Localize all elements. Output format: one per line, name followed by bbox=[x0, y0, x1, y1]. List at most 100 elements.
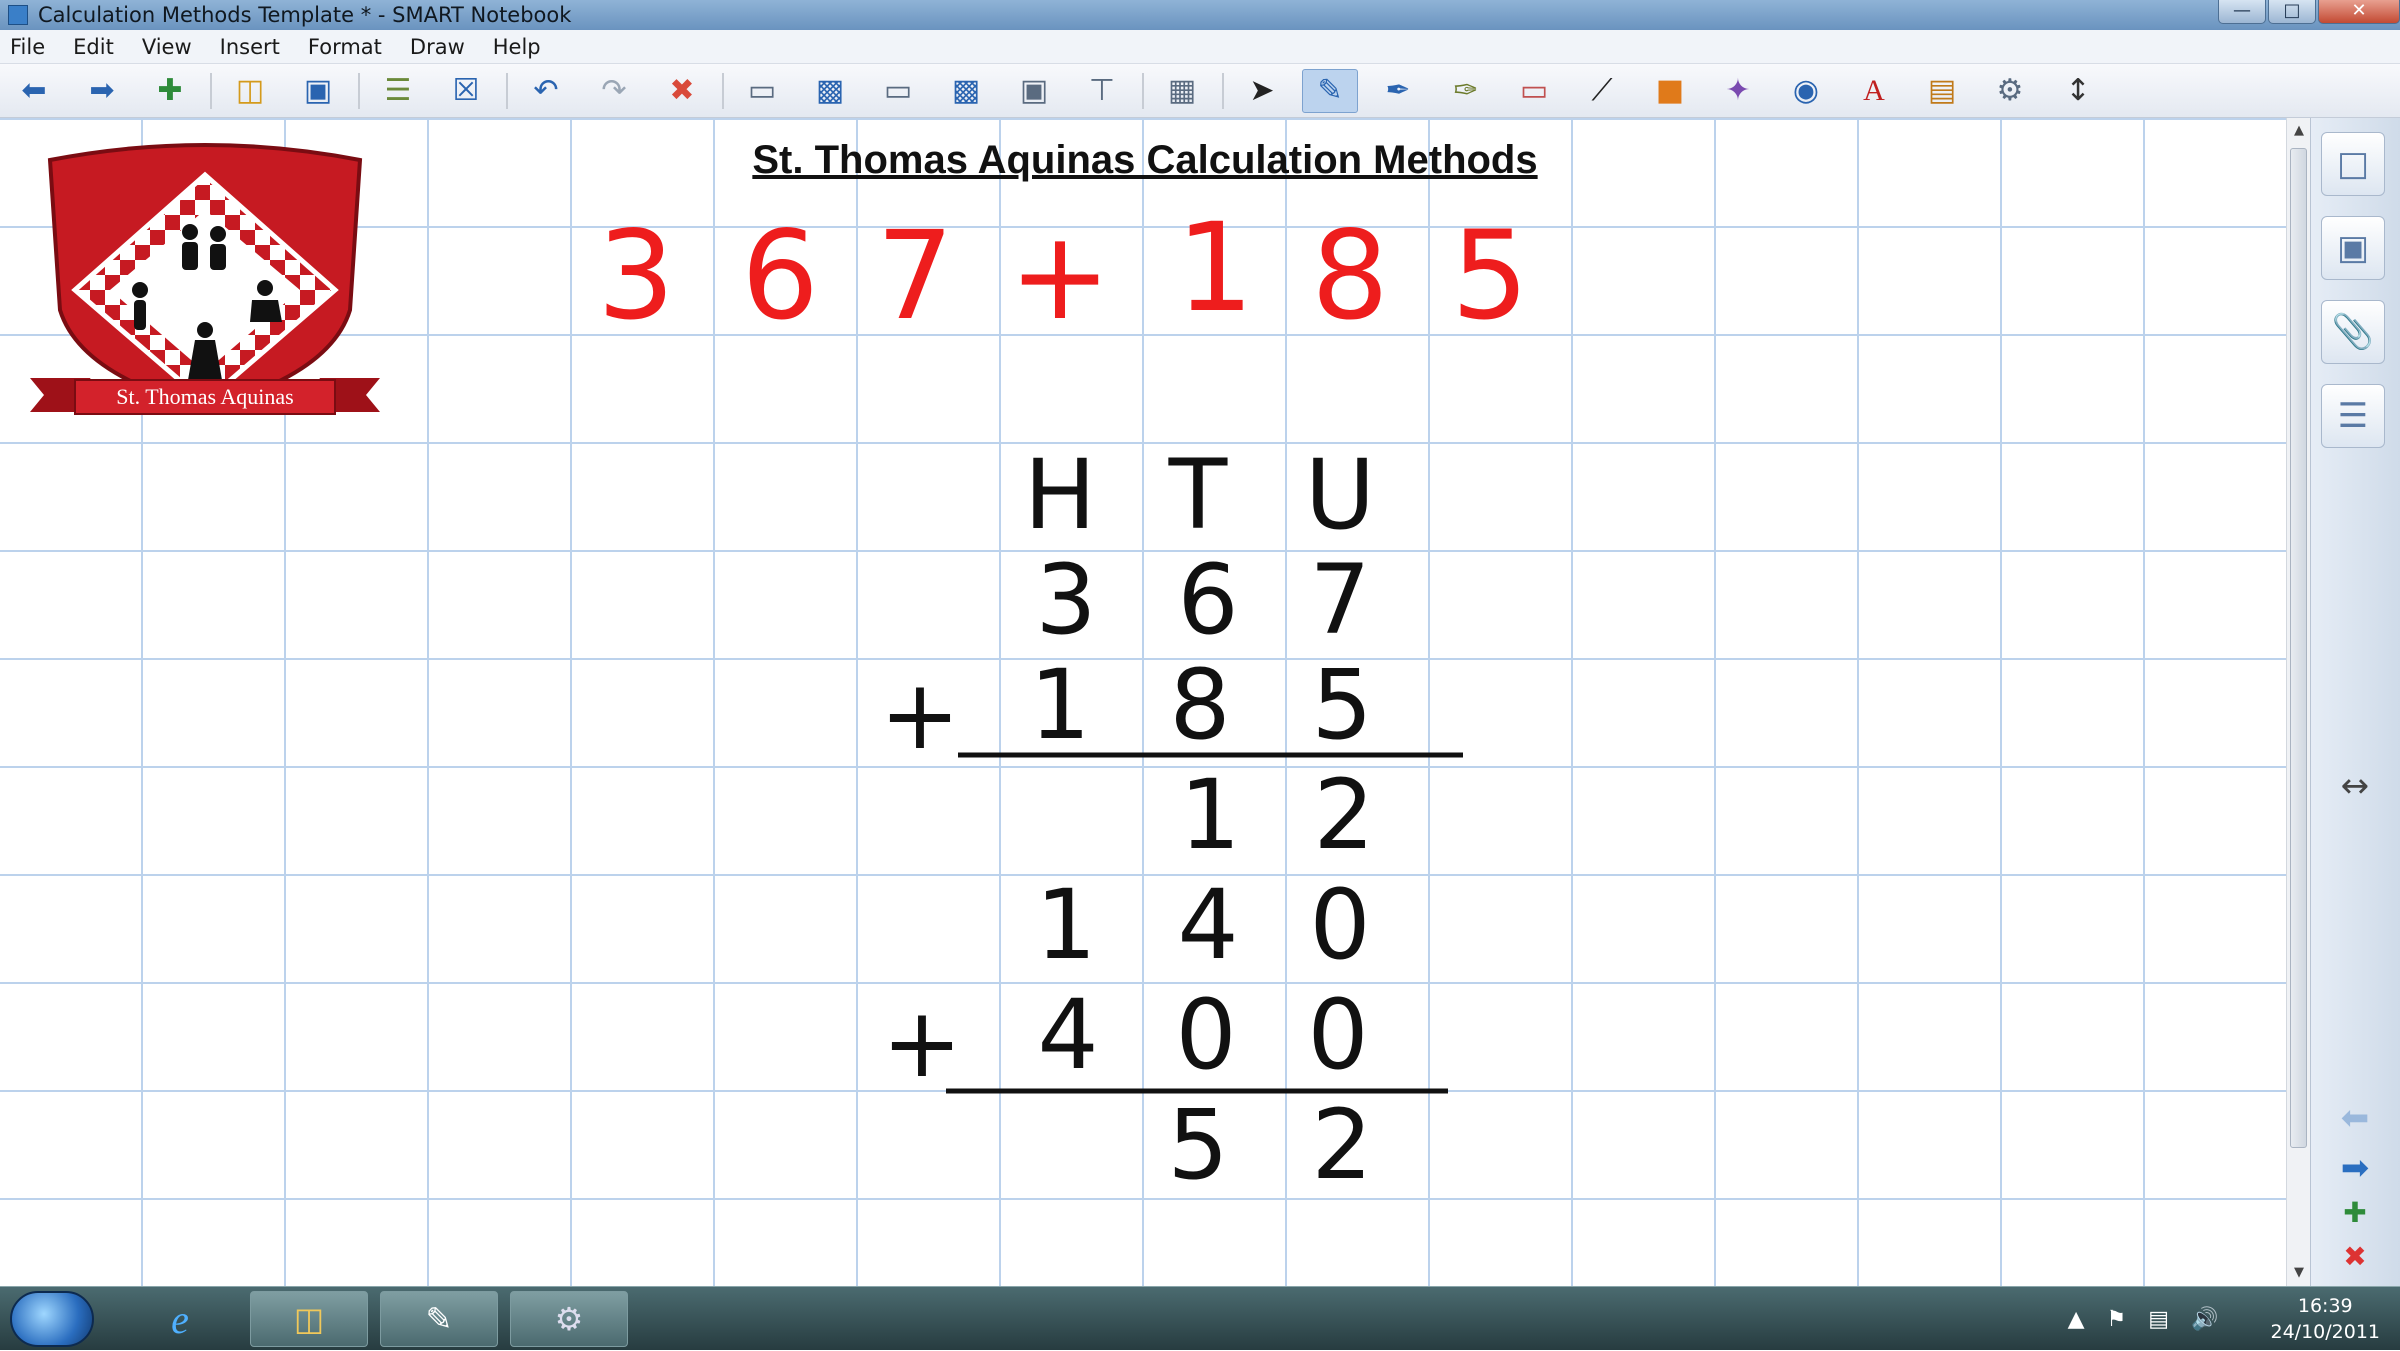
addend-digit: 8 bbox=[1169, 649, 1230, 761]
select-icon[interactable]: ➤ bbox=[1234, 69, 1290, 113]
start-button[interactable] bbox=[10, 1291, 94, 1347]
undo-icon[interactable]: ↶ bbox=[518, 69, 574, 113]
partial-sum-digit: 0 bbox=[1175, 979, 1236, 1091]
add-page-icon[interactable]: ✚ bbox=[142, 69, 198, 113]
creative-pen-icon[interactable]: ✒ bbox=[1370, 69, 1426, 113]
gallery-icon[interactable]: ▣ bbox=[2321, 216, 2385, 280]
menu-help[interactable]: Help bbox=[493, 35, 541, 59]
toolbar-separator bbox=[1142, 72, 1144, 109]
attachments-icon[interactable]: 📎 bbox=[2321, 300, 2385, 364]
internet-explorer-icon[interactable]: e bbox=[130, 1291, 230, 1347]
delete-page-side-icon[interactable]: ✖ bbox=[2325, 1240, 2385, 1284]
taskbar: e ◫ ✎ ⚙ ▲ ⚑ ▤ 🔊 16:39 24/10/2011 bbox=[0, 1286, 2400, 1350]
add-page-side-icon[interactable]: ✚ bbox=[2325, 1196, 2385, 1240]
result-digit: 5 bbox=[1167, 1089, 1228, 1201]
column-header-hundreds: H bbox=[1024, 439, 1096, 551]
clear-page-icon[interactable]: ☒ bbox=[438, 69, 494, 113]
file-explorer-icon[interactable]: ◫ bbox=[250, 1291, 368, 1347]
resize-horizontal-icon[interactable]: ↔ bbox=[2325, 766, 2385, 810]
highlighter-icon[interactable]: ✑ bbox=[1438, 69, 1494, 113]
partial-sum-digit: 0 bbox=[1309, 869, 1370, 981]
plus-sign: + bbox=[882, 987, 962, 1099]
addend-digit: 7 bbox=[1309, 544, 1370, 656]
equation-digit: 8 bbox=[1311, 205, 1389, 347]
toolbar-customize-icon[interactable]: ⚙ bbox=[1982, 69, 2038, 113]
column-header-units: U bbox=[1305, 439, 1375, 551]
properties-icon[interactable]: ▤ bbox=[1914, 69, 1970, 113]
menu-insert[interactable]: Insert bbox=[220, 35, 280, 59]
addend-digit: 3 bbox=[1035, 544, 1096, 656]
screen-shade-icon[interactable]: ▭ bbox=[734, 69, 790, 113]
properties-tab-icon[interactable]: ☰ bbox=[2321, 384, 2385, 448]
shapes-icon[interactable]: ■ bbox=[1642, 69, 1698, 113]
delete-icon[interactable]: ✖ bbox=[654, 69, 710, 113]
toolbar: ⬅ ➡ ✚ ◫ ▣ ☰ ☒ ↶ ↷ ✖ ▭ ▩ ▭ ▩ ▣ ⊤ ▦ ➤ ✎ ✒ … bbox=[0, 64, 2400, 118]
window-titlebar: Calculation Methods Template * - SMART N… bbox=[0, 0, 2400, 30]
menu-edit[interactable]: Edit bbox=[73, 35, 114, 59]
full-screen-icon[interactable]: ▩ bbox=[938, 69, 994, 113]
equation-digit: 5 bbox=[1451, 205, 1529, 347]
addend-digit: 5 bbox=[1311, 649, 1372, 761]
toolbar-separator bbox=[210, 72, 212, 109]
toolbar-separator bbox=[506, 72, 508, 109]
partial-sum-digit: 4 bbox=[1177, 869, 1238, 981]
smart-tools-icon[interactable]: ⚙ bbox=[510, 1291, 628, 1347]
network-icon[interactable]: ▤ bbox=[2148, 1307, 2169, 1332]
fill-icon[interactable]: ◉ bbox=[1778, 69, 1834, 113]
next-page-icon[interactable]: ➡ bbox=[2325, 1148, 2385, 1192]
equation-digit: 7 bbox=[876, 205, 954, 347]
column-header-tens: T bbox=[1168, 439, 1228, 551]
previous-page-icon[interactable]: ⬅ bbox=[2325, 1098, 2385, 1142]
scrollbar-thumb[interactable] bbox=[2290, 148, 2307, 1148]
notebook-page[interactable]: St. Thomas Aquinas St. Thomas Aquinas Ca… bbox=[0, 118, 2286, 1286]
equation-plus: + bbox=[1009, 205, 1111, 347]
menu-file[interactable]: File bbox=[10, 35, 45, 59]
redo-icon[interactable]: ↷ bbox=[586, 69, 642, 113]
page-sorter-icon[interactable]: □ bbox=[2321, 132, 2385, 196]
show-hide-screen-icon[interactable]: ▩ bbox=[802, 69, 858, 113]
partial-sum-digit: 1 bbox=[1035, 869, 1096, 981]
scroll-down-icon[interactable]: ▼ bbox=[2287, 1262, 2311, 1284]
result-digit: 2 bbox=[1311, 1089, 1372, 1201]
line-icon[interactable]: ⟋ bbox=[1574, 69, 1630, 113]
menu-bar: File Edit View Insert Format Draw Help bbox=[0, 30, 2400, 64]
save-icon[interactable]: ▣ bbox=[290, 69, 346, 113]
equation-digit: 1 bbox=[1176, 197, 1254, 339]
app-icon bbox=[8, 5, 28, 25]
plus-sign: + bbox=[880, 659, 960, 771]
clock[interactable]: 16:39 24/10/2011 bbox=[2270, 1293, 2380, 1345]
maximize-button[interactable]: □ bbox=[2268, 0, 2316, 24]
move-toolbar-icon[interactable]: ↕ bbox=[2050, 69, 2106, 113]
magic-pen-icon[interactable]: ✦ bbox=[1710, 69, 1766, 113]
table-icon[interactable]: ▦ bbox=[1154, 69, 1210, 113]
volume-icon[interactable]: 🔊 bbox=[2191, 1307, 2218, 1332]
menu-format[interactable]: Format bbox=[308, 35, 382, 59]
partial-sum-digit: 2 bbox=[1313, 759, 1374, 871]
equation-digit: 6 bbox=[741, 205, 819, 347]
smart-notebook-icon[interactable]: ✎ bbox=[380, 1291, 498, 1347]
menu-view[interactable]: View bbox=[142, 35, 192, 59]
forward-arrow-icon[interactable]: ➡ bbox=[74, 69, 130, 113]
back-arrow-icon[interactable]: ⬅ bbox=[6, 69, 62, 113]
toolbar-separator bbox=[722, 72, 724, 109]
paste-icon[interactable]: ☰ bbox=[370, 69, 426, 113]
document-camera-icon[interactable]: ⊤ bbox=[1074, 69, 1130, 113]
minimize-button[interactable]: — bbox=[2218, 0, 2266, 24]
partial-sum-digit: 0 bbox=[1307, 979, 1368, 1091]
open-folder-icon[interactable]: ◫ bbox=[222, 69, 278, 113]
close-button[interactable]: ✕ bbox=[2318, 0, 2400, 24]
side-panel: □ ▣ 📎 ☰ ↔ ⬅ ➡ ✚ ✖ bbox=[2310, 118, 2400, 1286]
dual-page-icon[interactable]: ▭ bbox=[870, 69, 926, 113]
text-icon[interactable]: A bbox=[1846, 69, 1902, 113]
clock-date: 24/10/2011 bbox=[2270, 1321, 2380, 1343]
toolbar-separator bbox=[1222, 72, 1224, 109]
capture-icon[interactable]: ▣ bbox=[1006, 69, 1062, 113]
pen-icon[interactable]: ✎ bbox=[1302, 68, 1358, 113]
addend-digit: 6 bbox=[1177, 544, 1238, 656]
scroll-up-icon[interactable]: ▲ bbox=[2287, 120, 2311, 142]
action-center-flag-icon[interactable]: ⚑ bbox=[2107, 1307, 2127, 1332]
menu-draw[interactable]: Draw bbox=[410, 35, 465, 59]
eraser-icon[interactable]: ▭ bbox=[1506, 69, 1562, 113]
show-hidden-icons-icon[interactable]: ▲ bbox=[2068, 1307, 2085, 1332]
vertical-scrollbar[interactable]: ▲ ▼ bbox=[2286, 118, 2310, 1286]
